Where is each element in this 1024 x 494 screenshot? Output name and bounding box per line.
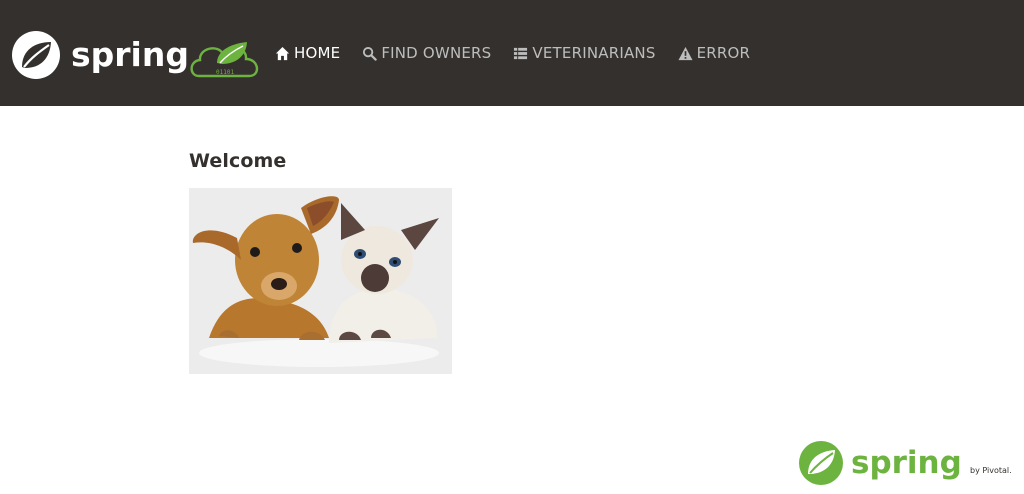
nav-link-veterinarians[interactable]: VETERINARIANS: [513, 44, 655, 62]
navbar: spring 01101 HOME FIND OWNERS VETERINARI…: [0, 0, 1024, 106]
nav-link-error[interactable]: ERROR: [678, 44, 751, 62]
svg-text:spring: spring: [71, 35, 189, 74]
nav-item-error[interactable]: ERROR: [678, 44, 751, 62]
nav-label-error: ERROR: [696, 44, 751, 62]
nav-item-veterinarians[interactable]: VETERINARIANS: [513, 44, 655, 62]
home-icon: [275, 46, 290, 61]
nav-item-home[interactable]: HOME: [275, 44, 340, 62]
nav-label-veterinarians: VETERINARIANS: [532, 44, 656, 62]
main-content: Welcome: [189, 150, 452, 374]
footer-wordmark: spring: [851, 445, 962, 481]
page-title: Welcome: [189, 150, 287, 172]
list-icon: [513, 46, 528, 61]
footer-byline: by Pivotal.: [970, 466, 1012, 475]
main-nav: HOME FIND OWNERS VETERINARIANS ERROR: [275, 0, 772, 106]
spring-logo[interactable]: spring 01101: [11, 30, 263, 80]
svg-text:01101: 01101: [216, 69, 234, 76]
nav-label-home: HOME: [294, 44, 341, 62]
nav-link-home[interactable]: HOME: [275, 44, 340, 62]
pets-image: [189, 188, 452, 374]
nav-link-find-owners[interactable]: FIND OWNERS: [362, 44, 491, 62]
warning-icon: [678, 46, 693, 61]
nav-label-find-owners: FIND OWNERS: [381, 44, 492, 62]
search-icon: [362, 46, 378, 61]
footer-spring-logo: spring by Pivotal.: [799, 439, 1019, 486]
nav-item-find-owners[interactable]: FIND OWNERS: [362, 44, 491, 62]
